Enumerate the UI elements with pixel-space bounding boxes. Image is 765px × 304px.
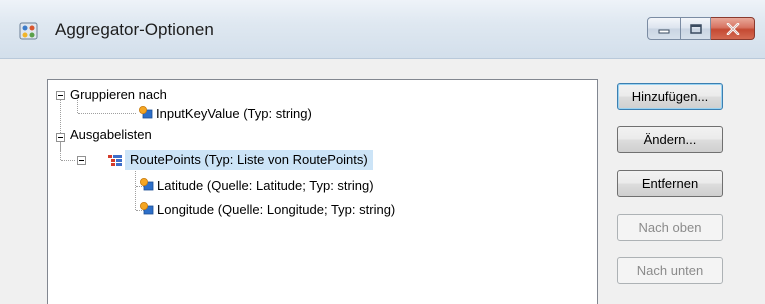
options-tree-view[interactable]: Gruppieren nach InputKeyValue (Typ: stri… (47, 79, 598, 304)
tree-connector (61, 160, 75, 161)
tree-node-output-lists[interactable]: Ausgabelisten (70, 125, 152, 145)
minimize-button[interactable] (647, 17, 681, 40)
tree-node-label: Latitude (Quelle: Latitude; Typ: string) (157, 178, 374, 193)
tree-node-label: Longitude (Quelle: Longitude; Typ: strin… (157, 202, 396, 217)
tree-node-label: InputKeyValue (Typ: string) (156, 106, 312, 121)
collapse-minus-icon[interactable] (56, 133, 65, 142)
tree-node-label: Gruppieren nach (70, 87, 167, 102)
tree-node-label: Ausgabelisten (70, 127, 152, 142)
tree-node-label: RoutePoints (Typ: Liste von RoutePoints) (130, 152, 368, 167)
caption-buttons (647, 17, 755, 42)
tree-connector (135, 165, 136, 210)
move-up-button[interactable]: Nach oben (617, 214, 723, 241)
aggregator-app-icon (19, 22, 38, 40)
aggregator-options-dialog: Aggregator-Optionen Gruppieren nach Inpu… (0, 0, 765, 304)
close-icon (726, 22, 739, 35)
list-icon (108, 155, 122, 166)
tree-node-group-by[interactable]: Gruppieren nach (70, 85, 167, 105)
field-icon (139, 106, 153, 119)
tree-connector (78, 113, 136, 114)
tree-node-route-points[interactable]: RoutePoints (Typ: Liste von RoutePoints) (125, 150, 373, 170)
window-title: Aggregator-Optionen (55, 20, 214, 39)
collapse-minus-icon[interactable] (77, 156, 86, 165)
collapse-minus-icon[interactable] (56, 91, 65, 100)
tree-node-input-key-value[interactable]: InputKeyValue (Typ: string) (156, 104, 312, 124)
title-bar[interactable]: Aggregator-Optionen (0, 0, 765, 59)
maximize-button[interactable] (681, 17, 711, 40)
move-down-button[interactable]: Nach unten (617, 257, 723, 284)
close-button[interactable] (711, 17, 755, 40)
field-icon (140, 178, 154, 191)
edit-button[interactable]: Ändern... (617, 126, 723, 153)
tree-node-longitude[interactable]: Longitude (Quelle: Longitude; Typ: strin… (157, 200, 395, 220)
tree-node-latitude[interactable]: Latitude (Quelle: Latitude; Typ: string) (157, 176, 374, 196)
maximize-icon (689, 23, 702, 34)
add-button[interactable]: Hinzufügen... (617, 83, 723, 110)
remove-button[interactable]: Entfernen (617, 170, 723, 197)
field-icon (140, 202, 154, 215)
minimize-icon (658, 29, 670, 33)
